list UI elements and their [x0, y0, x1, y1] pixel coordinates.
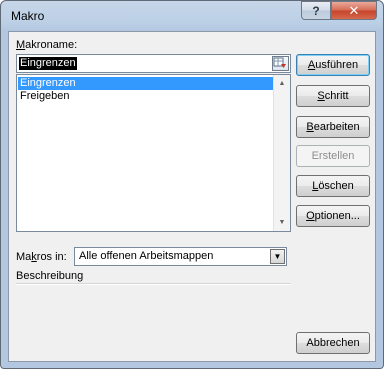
- cancel-button[interactable]: Abbrechen: [296, 332, 370, 354]
- chevron-down-icon[interactable]: ▼: [270, 249, 285, 264]
- list-item[interactable]: Eingrenzen: [18, 77, 274, 90]
- macro-name-value[interactable]: Eingrenzen: [19, 57, 77, 70]
- macro-list[interactable]: Eingrenzen Freigeben ▲ ▼: [16, 74, 291, 232]
- macro-name-label: Makroname:: [16, 39, 78, 51]
- help-icon: ?: [312, 3, 320, 18]
- title-bar[interactable]: Makro ? ✕: [1, 1, 383, 31]
- close-button[interactable]: ✕: [331, 1, 377, 20]
- help-button[interactable]: ?: [301, 1, 331, 20]
- list-item[interactable]: Freigeben: [18, 90, 274, 103]
- macros-in-label: Makros in:: [16, 251, 67, 263]
- scroll-down-icon[interactable]: ▼: [274, 214, 290, 231]
- cell-reference-icon: [273, 57, 286, 68]
- vertical-scrollbar[interactable]: ▲ ▼: [273, 75, 290, 231]
- description-divider: [16, 283, 291, 285]
- run-button[interactable]: Ausführen: [296, 54, 370, 76]
- window-title: Makro: [11, 9, 45, 23]
- dialog-body: Makroname: Eingrenzen Eingrenzen Freigeb…: [8, 31, 376, 362]
- macros-in-select[interactable]: Alle offenen Arbeitsmappen ▼: [74, 247, 287, 266]
- options-button[interactable]: Optionen...: [296, 205, 370, 227]
- scroll-up-icon[interactable]: ▲: [274, 75, 290, 92]
- step-button[interactable]: Schritt: [296, 85, 370, 107]
- macros-in-value: Alle offenen Arbeitsmappen: [79, 250, 214, 262]
- edit-button[interactable]: Bearbeiten: [296, 116, 370, 138]
- macro-name-input[interactable]: Eingrenzen: [16, 54, 291, 73]
- description-label: Beschreibung: [16, 270, 84, 282]
- create-button[interactable]: Erstellen: [296, 145, 370, 167]
- macro-picker-button[interactable]: [272, 56, 289, 71]
- delete-button[interactable]: Löschen: [296, 175, 370, 197]
- close-icon: ✕: [348, 2, 360, 18]
- macro-dialog: Makro ? ✕ Makroname: Eingrenzen Eingrenz…: [0, 0, 384, 369]
